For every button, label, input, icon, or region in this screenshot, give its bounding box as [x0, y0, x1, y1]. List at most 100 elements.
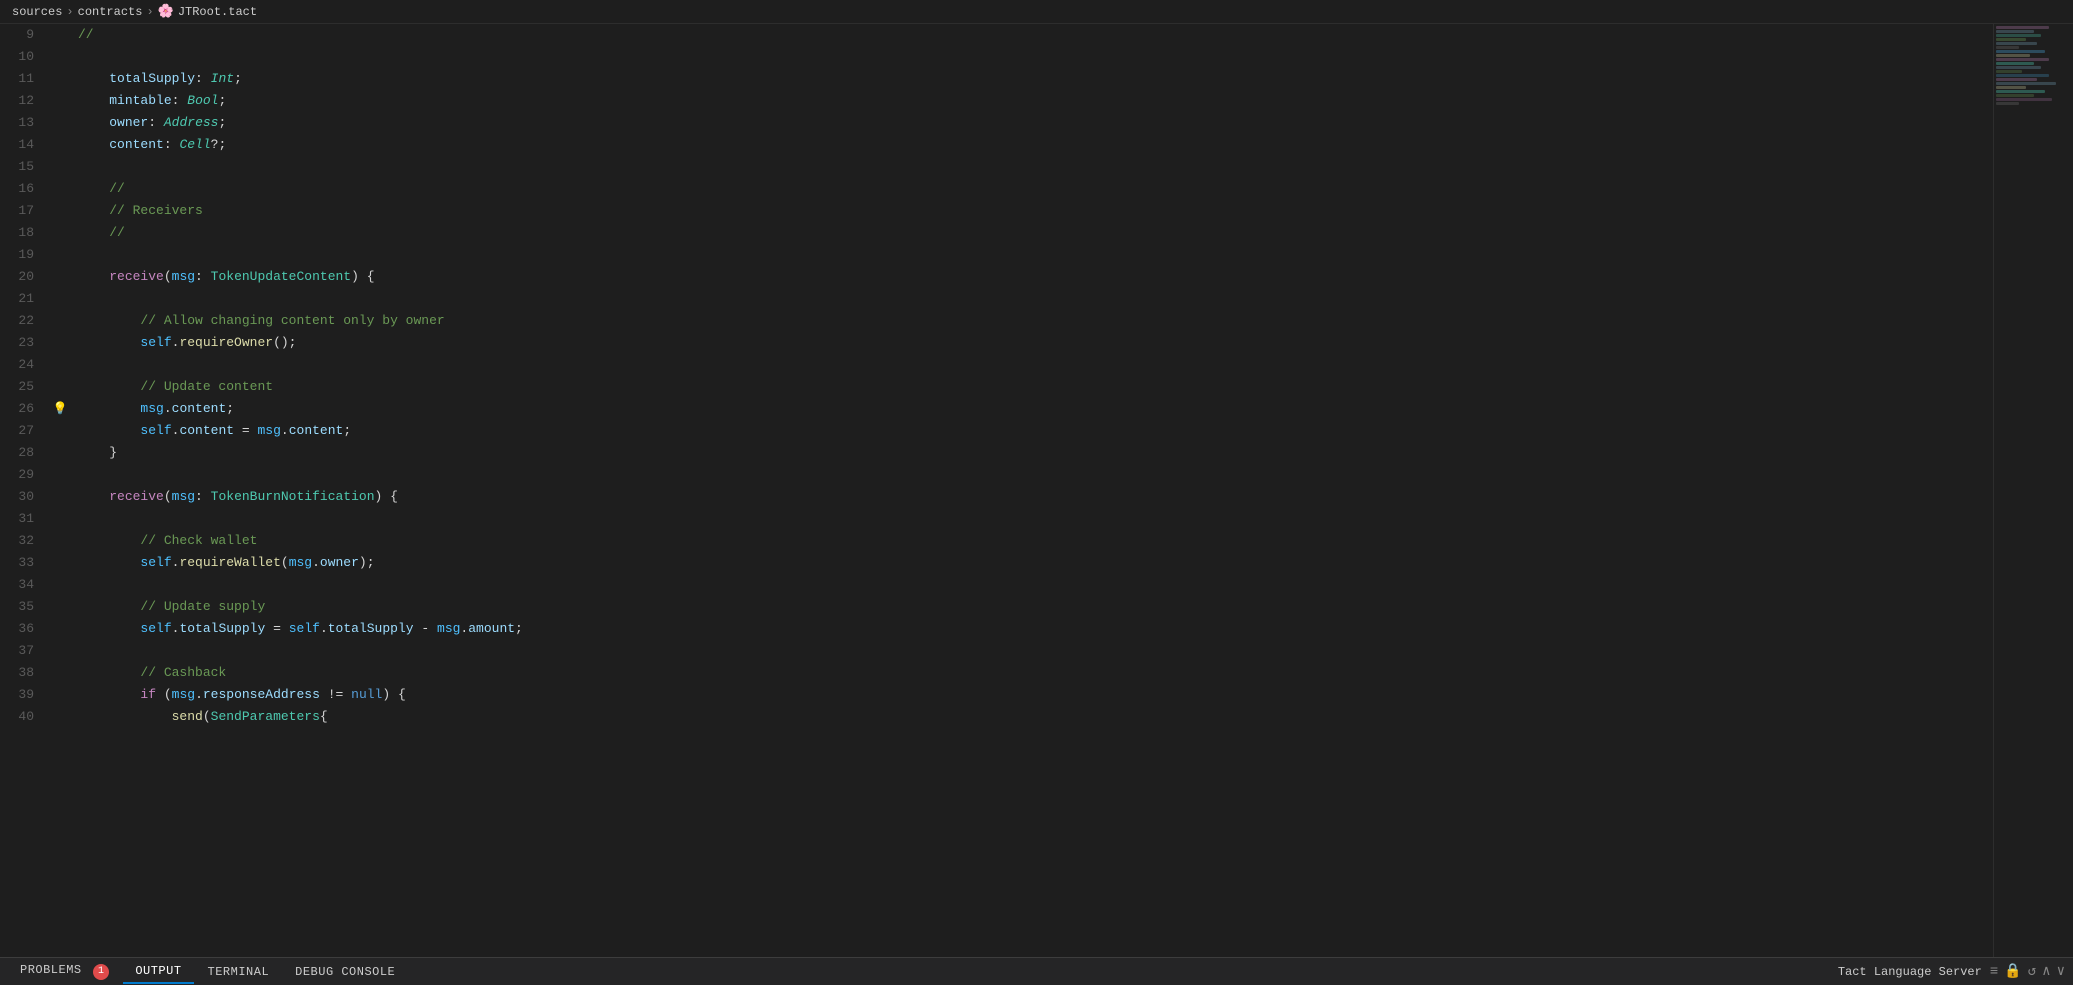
line-number: 20 [0, 266, 50, 288]
line-content: } [70, 442, 1993, 464]
table-row: 21 [0, 288, 1993, 310]
line-number: 22 [0, 310, 50, 332]
minimap[interactable] [1993, 24, 2073, 957]
line-number: 34 [0, 574, 50, 596]
tab-output-label: OUTPUT [135, 964, 181, 978]
table-row: 11 totalSupply: Int; [0, 68, 1993, 90]
table-row: 17 // Receivers [0, 200, 1993, 222]
line-gutter [50, 596, 70, 618]
line-gutter [50, 134, 70, 156]
tab-terminal[interactable]: TERMINAL [196, 961, 282, 983]
line-gutter [50, 618, 70, 640]
tab-debug-console[interactable]: DEBUG CONSOLE [283, 961, 407, 983]
line-content: // Check wallet [70, 530, 1993, 552]
line-number: 26 [0, 398, 50, 420]
line-content: // Cashback [70, 662, 1993, 684]
tact-icon: 🌸 [158, 4, 174, 19]
line-content [70, 508, 1993, 530]
line-number: 10 [0, 46, 50, 68]
refresh-icon[interactable]: ↺ [2028, 963, 2036, 980]
line-content [70, 640, 1993, 662]
line-number: 38 [0, 662, 50, 684]
table-row: 32 // Check wallet [0, 530, 1993, 552]
breadcrumb-file[interactable]: JTRoot.tact [178, 5, 257, 19]
line-number: 12 [0, 90, 50, 112]
line-number: 33 [0, 552, 50, 574]
table-row: 10 [0, 46, 1993, 68]
line-gutter [50, 310, 70, 332]
line-gutter [50, 266, 70, 288]
line-gutter [50, 464, 70, 486]
chevron-down-icon[interactable]: ∨ [2057, 963, 2065, 980]
line-content: totalSupply: Int; [70, 68, 1993, 90]
table-row: 29 [0, 464, 1993, 486]
line-content: if (msg.responseAddress != null) { [70, 684, 1993, 706]
line-content [70, 156, 1993, 178]
table-row: 38 // Cashback [0, 662, 1993, 684]
table-row: 28 } [0, 442, 1993, 464]
line-number: 15 [0, 156, 50, 178]
line-content: send(SendParameters{ [70, 706, 1993, 728]
line-number: 35 [0, 596, 50, 618]
line-content: self.requireWallet(msg.owner); [70, 552, 1993, 574]
line-number: 31 [0, 508, 50, 530]
tab-terminal-label: TERMINAL [208, 965, 270, 979]
table-row: 31 [0, 508, 1993, 530]
line-gutter [50, 706, 70, 728]
line-number: 30 [0, 486, 50, 508]
status-right: Tact Language Server ≡ 🔒 ↺ ∧ ∨ [1838, 963, 2065, 980]
tab-problems[interactable]: PROBLEMS 1 [8, 959, 121, 984]
line-content [70, 574, 1993, 596]
chevron-up-icon[interactable]: ∧ [2042, 963, 2050, 980]
line-gutter [50, 574, 70, 596]
line-content [70, 46, 1993, 68]
line-content: content: Cell?; [70, 134, 1993, 156]
table-row: 19 [0, 244, 1993, 266]
line-gutter [50, 24, 70, 46]
line-content: self.content = msg.content; [70, 420, 1993, 442]
line-content [70, 464, 1993, 486]
table-row: 37 [0, 640, 1993, 662]
line-number: 32 [0, 530, 50, 552]
line-content: owner: Address; [70, 112, 1993, 134]
line-number: 21 [0, 288, 50, 310]
line-content [70, 244, 1993, 266]
breadcrumb-sep-1: › [66, 5, 73, 19]
server-name: Tact Language Server [1838, 965, 1982, 979]
breadcrumb-sources[interactable]: sources [12, 5, 62, 19]
line-gutter [50, 552, 70, 574]
line-number: 27 [0, 420, 50, 442]
line-gutter [50, 46, 70, 68]
line-gutter [50, 420, 70, 442]
table-row: 34 [0, 574, 1993, 596]
code-area[interactable]: 9//1011 totalSupply: Int;12 mintable: Bo… [0, 24, 1993, 957]
table-row: 15 [0, 156, 1993, 178]
line-content: self.requireOwner(); [70, 332, 1993, 354]
table-row: 16 // [0, 178, 1993, 200]
line-gutter [50, 200, 70, 222]
table-row: 23 self.requireOwner(); [0, 332, 1993, 354]
line-gutter [50, 684, 70, 706]
line-number: 11 [0, 68, 50, 90]
breadcrumb: sources › contracts › 🌸 JTRoot.tact [0, 0, 2073, 24]
table-row: 22 // Allow changing content only by own… [0, 310, 1993, 332]
list-icon[interactable]: ≡ [1990, 964, 1998, 980]
tab-output[interactable]: OUTPUT [123, 960, 193, 984]
line-gutter [50, 442, 70, 464]
line-content: // Update content [70, 376, 1993, 398]
status-bar: PROBLEMS 1 OUTPUT TERMINAL DEBUG CONSOLE… [0, 957, 2073, 985]
lightbulb-icon[interactable]: 💡 [53, 402, 68, 416]
table-row: 13 owner: Address; [0, 112, 1993, 134]
line-content: // Update supply [70, 596, 1993, 618]
line-gutter: 💡 [50, 398, 70, 420]
line-number: 23 [0, 332, 50, 354]
table-row: 40 send(SendParameters{ [0, 706, 1993, 728]
line-content: receive(msg: TokenUpdateContent) { [70, 266, 1993, 288]
table-row: 35 // Update supply [0, 596, 1993, 618]
lock-icon[interactable]: 🔒 [2004, 963, 2021, 980]
editor-container: 9//1011 totalSupply: Int;12 mintable: Bo… [0, 24, 2073, 957]
table-row: 25 // Update content [0, 376, 1993, 398]
table-row: 9// [0, 24, 1993, 46]
line-number: 19 [0, 244, 50, 266]
breadcrumb-contracts[interactable]: contracts [78, 5, 143, 19]
